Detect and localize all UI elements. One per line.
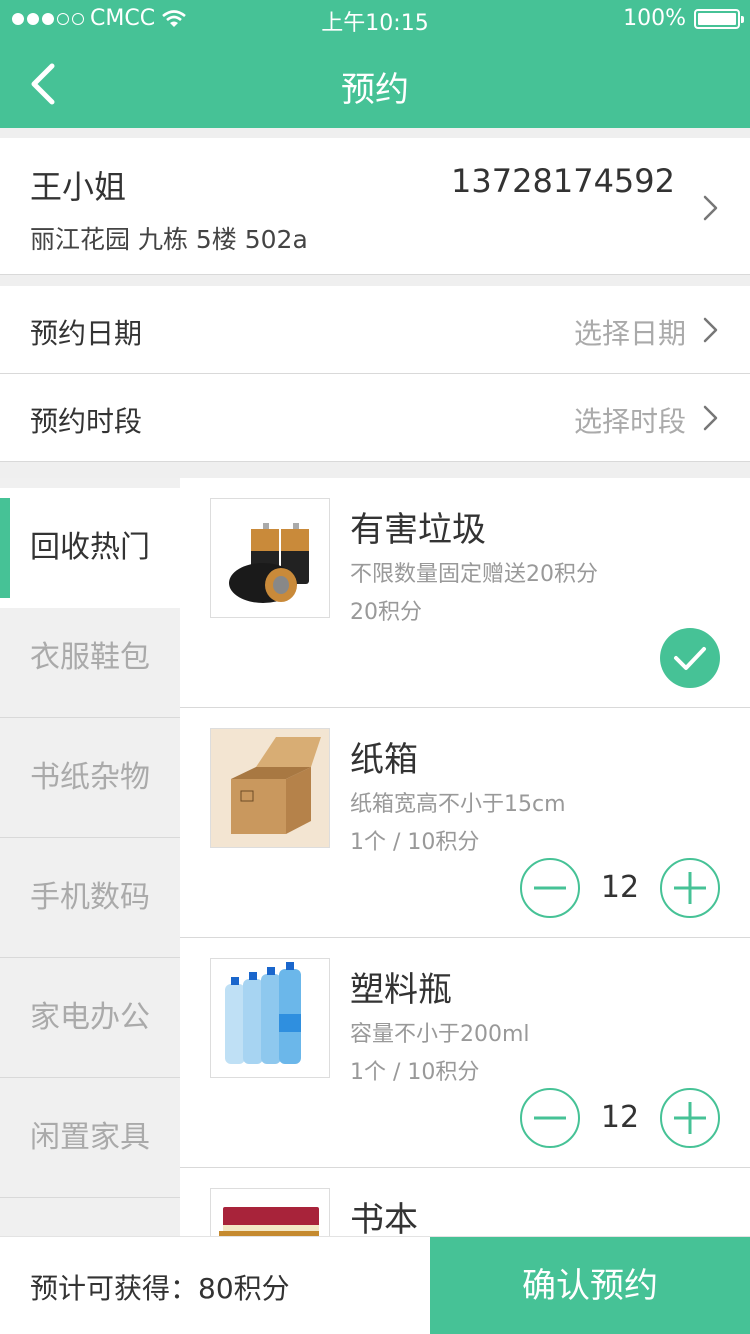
quantity-stepper[interactable]: 12 [520, 858, 720, 918]
confirm-appointment-button[interactable]: 确认预约 [430, 1237, 750, 1334]
carton-image [210, 728, 330, 848]
quantity-stepper[interactable]: 12 [520, 1088, 720, 1148]
appointment-date-label: 预约日期 [30, 317, 143, 350]
category-item-furniture[interactable]: 闲置家具 [0, 1078, 180, 1198]
quantity-value: 12 [600, 870, 640, 905]
product-item-carton[interactable]: 纸箱 纸箱宽高不小于15cm 1个 / 10积分 12 [180, 708, 750, 938]
plus-icon[interactable] [660, 1088, 720, 1148]
chevron-right-icon [703, 317, 718, 343]
bottle-image [210, 958, 330, 1078]
points-estimate: 预计可获得：80积分 [30, 1272, 290, 1305]
category-item-paper[interactable]: 书纸杂物 [0, 718, 180, 838]
category-item-appliances[interactable]: 家电办公 [0, 958, 180, 1078]
appointment-time-row[interactable]: 预约时段 选择时段 [0, 374, 750, 462]
product-desc: 容量不小于200ml [350, 1022, 530, 1047]
battery-image [210, 498, 330, 618]
product-name: 塑料瓶 [350, 970, 452, 1010]
appointment-time-label: 预约时段 [30, 405, 143, 438]
battery-percent: 100% [623, 6, 686, 31]
product-name: 书本 [350, 1200, 418, 1236]
category-item-digital[interactable]: 手机数码 [0, 838, 180, 958]
product-desc: 不限数量固定赠送20积分 [350, 562, 598, 587]
chevron-right-icon [703, 405, 718, 431]
contact-address: 丽江花园 九栋 5楼 502a [30, 225, 308, 254]
check-icon[interactable] [660, 628, 720, 688]
product-price: 20积分 [350, 600, 422, 625]
minus-icon[interactable] [520, 1088, 580, 1148]
product-name: 纸箱 [350, 740, 418, 780]
product-desc: 纸箱宽高不小于15cm [350, 792, 566, 817]
appointment-date-row[interactable]: 预约日期 选择日期 [0, 286, 750, 374]
plus-icon[interactable] [660, 858, 720, 918]
books-image [210, 1188, 330, 1236]
product-name: 有害垃圾 [350, 510, 486, 550]
page-title: 预约 [341, 70, 409, 110]
product-item-plastic-bottle[interactable]: 塑料瓶 容量不小于200ml 1个 / 10积分 12 [180, 938, 750, 1168]
navigation-bar: 预约 [0, 40, 750, 128]
category-item-hot[interactable]: 回收热门 [0, 488, 180, 608]
appointment-date-value: 选择日期 [573, 317, 686, 350]
product-item-hazardous[interactable]: 有害垃圾 不限数量固定赠送20积分 20积分 [180, 478, 750, 708]
status-bar: CMCC 上午10:15 100% [0, 0, 750, 40]
product-price: 1个 / 10积分 [350, 1060, 480, 1085]
product-price: 1个 / 10积分 [350, 830, 480, 855]
contact-name: 王小姐 [30, 168, 127, 206]
bottom-bar: 预计可获得：80积分 确认预约 [0, 1236, 750, 1334]
minus-icon[interactable] [520, 858, 580, 918]
category-sidebar: 回收热门 衣服鞋包 书纸杂物 手机数码 家电办公 闲置家具 [0, 478, 180, 1236]
status-right: 100% [623, 6, 744, 31]
contact-phone: 13728174592 [451, 162, 675, 200]
category-item-clothes[interactable]: 衣服鞋包 [0, 598, 180, 718]
battery-icon [694, 8, 744, 29]
address-card[interactable]: 王小姐 13728174592 丽江花园 九栋 5楼 502a [0, 138, 750, 275]
recycle-content: 回收热门 衣服鞋包 书纸杂物 手机数码 家电办公 闲置家具 有害垃圾 不限数量固… [0, 478, 750, 1236]
chevron-right-icon [703, 195, 718, 221]
appointment-time-value: 选择时段 [573, 405, 686, 438]
product-item-books[interactable]: 书本 [180, 1168, 750, 1236]
quantity-value: 12 [600, 1100, 640, 1135]
